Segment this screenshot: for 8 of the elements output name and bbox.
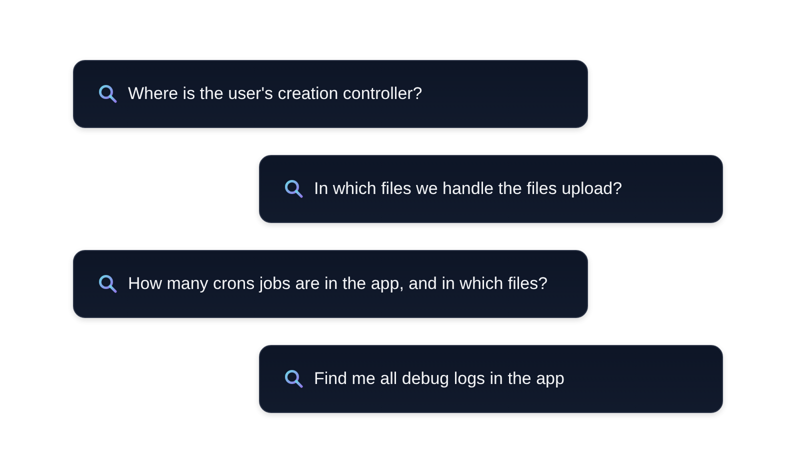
search-icon: [98, 274, 118, 294]
search-icon: [284, 369, 304, 389]
query-text: How many crons jobs are in the app, and in which files?: [128, 274, 548, 294]
search-icon: [98, 84, 118, 104]
search-icon: [284, 179, 304, 199]
query-text: In which files we handle the files upload?: [314, 179, 622, 199]
query-text: Find me all debug logs in the app: [314, 369, 564, 389]
query-text: Where is the user's creation controller?: [128, 84, 422, 104]
